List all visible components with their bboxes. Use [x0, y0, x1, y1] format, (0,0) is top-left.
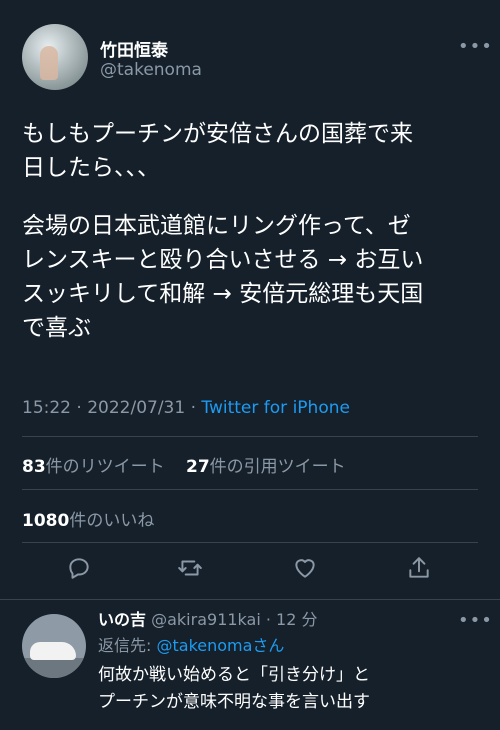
tweet-text-paragraph-1: もしもプーチンが安倍さんの国葬で来 日したら、、、: [22, 121, 413, 181]
replying-to-suffix: さん: [252, 636, 285, 655]
likes-stat[interactable]: 1080件のいいね: [22, 506, 154, 531]
reply-timestamp[interactable]: · 12 分: [266, 610, 318, 629]
author-name[interactable]: 竹田恒泰: [100, 36, 168, 61]
reply-author-name[interactable]: いの吉: [98, 610, 146, 629]
retweets-label: 件のリツイート: [45, 457, 165, 477]
divider: [0, 599, 500, 600]
replying-to-prefix: 返信先:: [98, 636, 157, 655]
quotes-count: 27: [186, 457, 210, 477]
divider: [22, 489, 478, 490]
like-icon: [295, 559, 315, 578]
avatar[interactable]: [22, 24, 88, 90]
author-handle[interactable]: @takenoma: [100, 60, 202, 80]
divider: [22, 436, 478, 437]
share-button[interactable]: [406, 555, 436, 585]
quotes-stat[interactable]: 27件の引用ツイート: [186, 452, 346, 477]
share-icon: [409, 557, 429, 578]
retweets-stat[interactable]: 83件のリツイート: [22, 452, 165, 477]
reply-button[interactable]: [66, 555, 96, 585]
reply-more-options-icon[interactable]: •••: [458, 610, 493, 631]
replying-to-line: 返信先: @takenomaさん: [98, 634, 284, 658]
like-button[interactable]: [292, 555, 322, 585]
more-options-icon[interactable]: •••: [458, 36, 493, 57]
tweet-source-link[interactable]: Twitter for iPhone: [201, 398, 350, 418]
reply-icon: [69, 558, 89, 579]
tweet-meta: 15:22 · 2022/07/31 · Twitter for iPhone: [22, 398, 350, 418]
reply-text-line-2: プーチンが意味不明な事を言い出す: [98, 692, 370, 712]
replying-to-handle[interactable]: @takenoma: [156, 636, 252, 655]
likes-label: 件のいいね: [69, 511, 155, 531]
reply-author-handle[interactable]: @akira911kai: [151, 610, 261, 629]
divider: [22, 542, 478, 543]
reply-text: 何故か戦い始めると「引き分け」と プーチンが意味不明な事を言い出す: [98, 662, 370, 716]
quotes-label: 件の引用ツイート: [209, 457, 346, 477]
tweet-timestamp[interactable]: 15:22 · 2022/07/31 ·: [22, 398, 201, 418]
reply-header: いの吉 @akira911kai · 12 分: [98, 608, 468, 632]
retweet-button[interactable]: [177, 555, 207, 585]
reply-text-line-1: 何故か戦い始めると「引き分け」と: [98, 665, 370, 685]
retweet-icon: [178, 560, 202, 576]
tweet-text-paragraph-2: 会場の日本武道館にリング作って、ゼ レンスキーと殴り合いさせる → お互い スッ…: [22, 213, 424, 341]
likes-count: 1080: [22, 511, 70, 531]
retweets-count: 83: [22, 457, 46, 477]
reply-avatar[interactable]: [22, 614, 86, 678]
